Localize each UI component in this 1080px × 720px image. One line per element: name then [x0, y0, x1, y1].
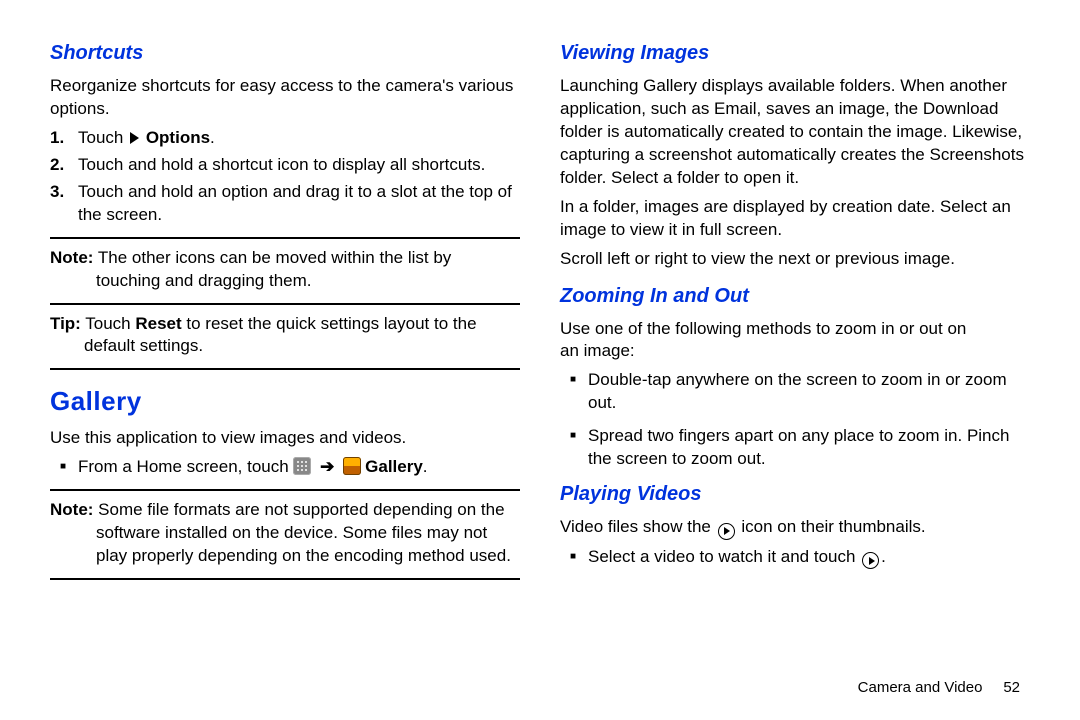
gallery-app-icon — [343, 457, 361, 475]
note-gallery: Note: Some file formats are not supporte… — [50, 499, 520, 568]
divider — [50, 368, 520, 370]
heading-gallery: Gallery — [50, 384, 520, 419]
divider — [50, 578, 520, 580]
play-intro: Video files show the icon on their thumb… — [560, 516, 1030, 540]
zoom-methods: ■Double-tap anywhere on the screen to zo… — [560, 369, 1030, 471]
divider — [50, 237, 520, 239]
tip-shortcuts: Tip: Touch Reset to reset the quick sett… — [50, 313, 520, 359]
zoom-pinch: ■Spread two fingers apart on any place t… — [560, 425, 1030, 471]
footer-page-number: 52 — [1003, 679, 1020, 696]
play-steps: ■ Select a video to watch it and touch . — [560, 546, 1030, 570]
play-icon — [862, 552, 879, 569]
heading-playing-videos: Playing Videos — [560, 481, 1030, 508]
gallery-launch-step: ■ From a Home screen, touch ➔ Gallery. — [50, 456, 520, 479]
page-footer: Camera and Video 52 — [858, 678, 1020, 698]
viewing-p3: Scroll left or right to view the next or… — [560, 248, 1030, 271]
zoom-intro-2: an image: — [560, 340, 1030, 363]
gallery-intro: Use this application to view images and … — [50, 427, 520, 450]
zoom-double-tap: ■Double-tap anywhere on the screen to zo… — [560, 369, 1030, 415]
viewing-p1: Launching Gallery displays available fol… — [560, 75, 1030, 190]
shortcuts-steps: 1. Touch Options. 2. Touch and hold a sh… — [50, 127, 520, 227]
shortcuts-intro: Reorganize shortcuts for easy access to … — [50, 75, 520, 121]
gallery-steps: ■ From a Home screen, touch ➔ Gallery. — [50, 456, 520, 479]
divider — [50, 489, 520, 491]
arrow-right-icon: ➔ — [320, 457, 334, 476]
play-select: ■ Select a video to watch it and touch . — [560, 546, 1030, 570]
play-icon — [718, 523, 735, 540]
step-3: 3. Touch and hold an option and drag it … — [50, 181, 520, 227]
heading-shortcuts: Shortcuts — [50, 40, 520, 67]
right-column: Viewing Images Launching Gallery display… — [560, 40, 1030, 588]
heading-zooming: Zooming In and Out — [560, 283, 1030, 310]
divider — [50, 303, 520, 305]
apps-grid-icon — [293, 457, 311, 475]
step-2: 2. Touch and hold a shortcut icon to dis… — [50, 154, 520, 177]
heading-viewing-images: Viewing Images — [560, 40, 1030, 67]
step-1: 1. Touch Options. — [50, 127, 520, 150]
footer-section: Camera and Video — [858, 679, 983, 696]
zoom-intro-1: Use one of the following methods to zoom… — [560, 318, 1030, 341]
left-column: Shortcuts Reorganize shortcuts for easy … — [50, 40, 520, 588]
chevron-right-icon — [130, 132, 139, 144]
viewing-p2: In a folder, images are displayed by cre… — [560, 196, 1030, 242]
note-shortcuts: Note: The other icons can be moved withi… — [50, 247, 520, 293]
